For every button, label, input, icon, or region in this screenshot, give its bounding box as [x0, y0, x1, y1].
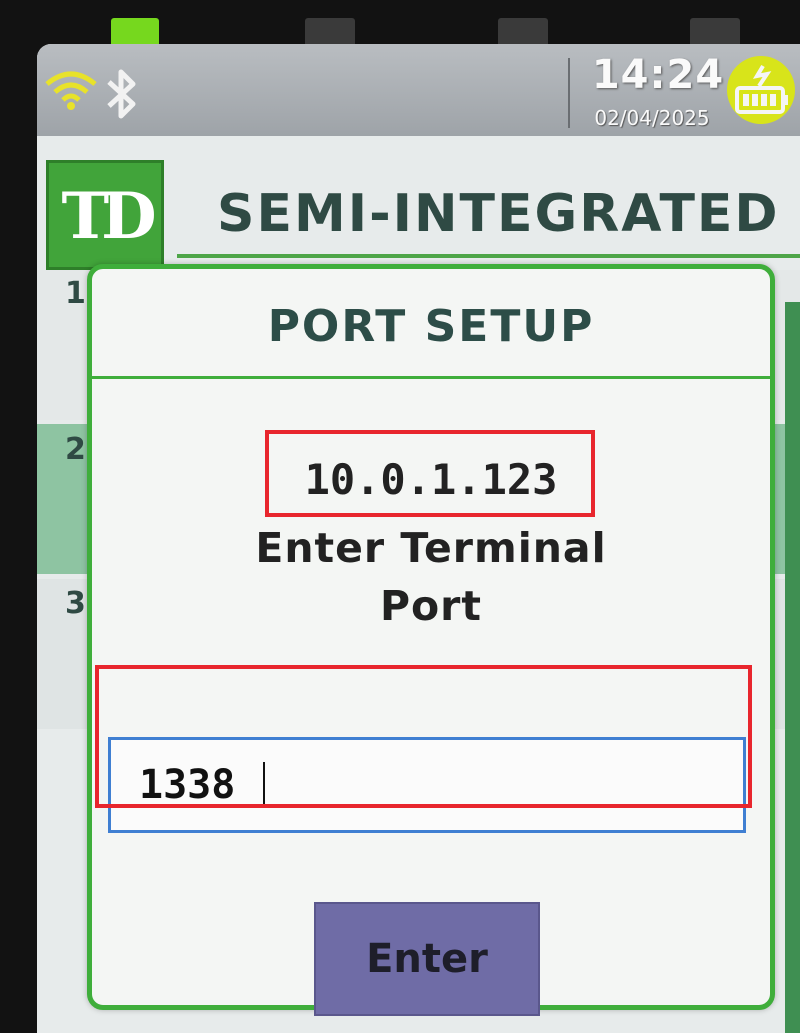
port-setup-dialog: PORT SETUP 10.0.1.123 Enter Terminal Por… [87, 264, 775, 1016]
app-title: SEMI-INTEGRATED [217, 184, 780, 244]
device-top-edge [0, 0, 800, 44]
battery-charging-icon [727, 56, 795, 124]
led-indicator [498, 18, 548, 44]
input-highlight-box [95, 665, 752, 808]
menu-row-number: 1 [65, 276, 86, 311]
date: 02/04/2025 [594, 106, 710, 130]
status-bar: 14:24 02/04/2025 [37, 44, 800, 136]
td-logo: TD [46, 160, 164, 270]
port-prompt: Enter Terminal Port [92, 519, 770, 635]
enter-button[interactable]: Enter [314, 902, 540, 1016]
dialog-divider [92, 376, 770, 379]
led-indicator [305, 18, 355, 44]
wifi-icon [43, 70, 99, 114]
menu-row-number: 2 [65, 432, 86, 467]
terminal-screen: 14:24 02/04/2025 TD SEMI-INTEGRATED 1 2 … [37, 44, 800, 1033]
header-divider [177, 254, 800, 258]
menu-row-number: 3 [65, 586, 86, 621]
power-led [111, 18, 159, 44]
led-indicator [690, 18, 740, 44]
prompt-line: Port [379, 582, 483, 630]
status-divider [568, 58, 570, 128]
clock: 14:24 [591, 52, 725, 98]
bluetooth-icon [105, 68, 139, 124]
ip-highlight-box [265, 430, 595, 517]
dialog-title: PORT SETUP [267, 301, 595, 352]
scroll-strip [785, 302, 800, 1033]
logo-text: TD [61, 179, 156, 254]
prompt-line: Enter Terminal [255, 524, 607, 572]
